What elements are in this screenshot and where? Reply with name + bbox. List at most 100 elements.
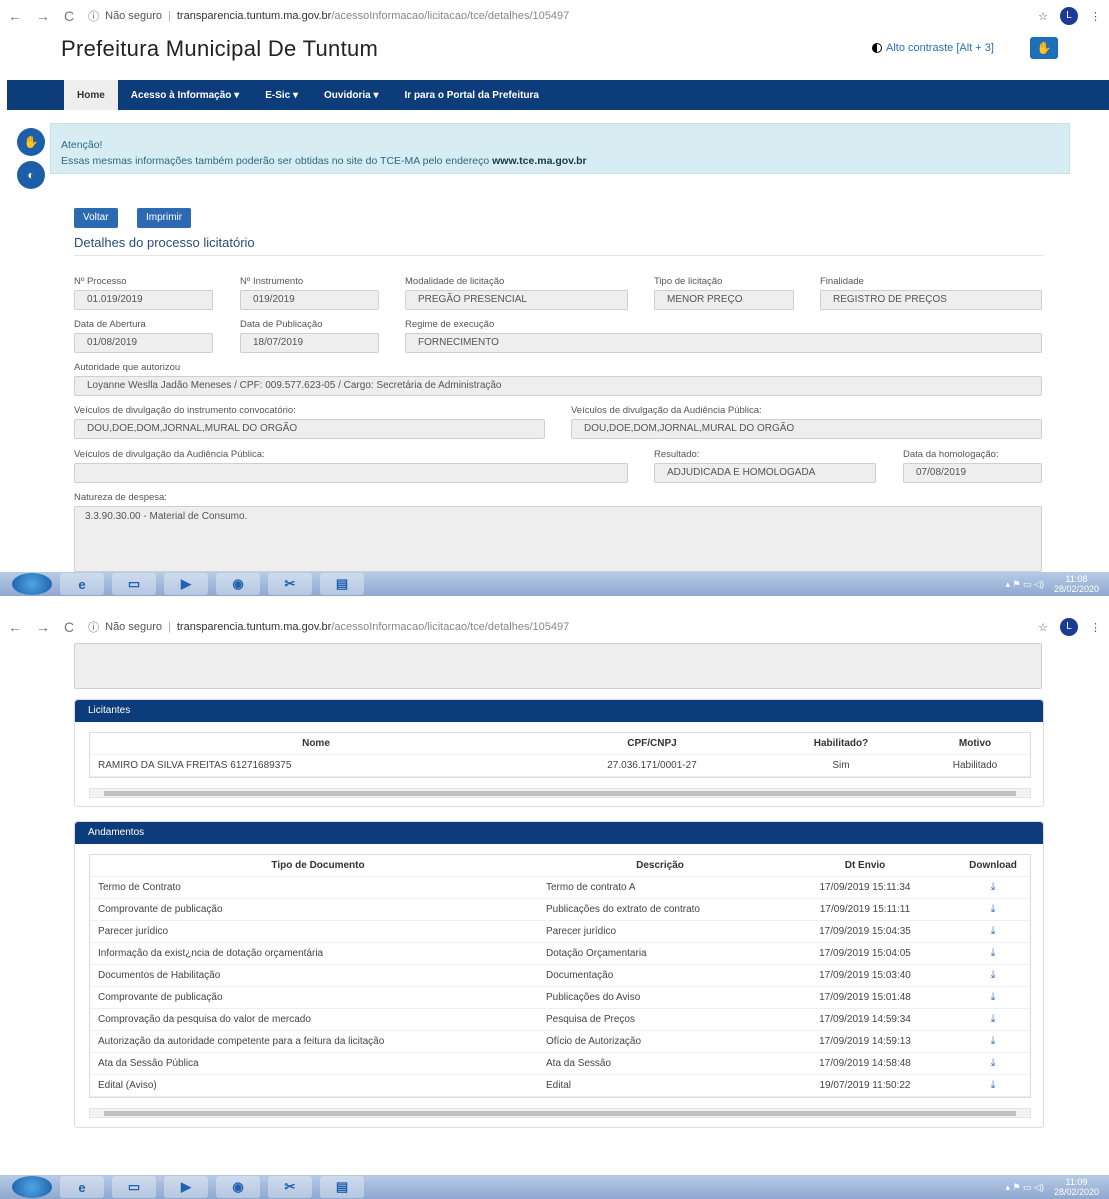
finalidade-label: Finalidade [820,276,864,287]
reload-icon[interactable]: C [64,8,74,24]
licitantes-title: Licitantes [75,700,1043,722]
cell-tipo-documento: Comprovação da pesquisa do valor de merc… [98,1014,311,1025]
nav-home[interactable]: Home [64,80,118,110]
url-text: transparencia.tuntum.ma.gov.br/acessoInf… [177,621,569,633]
download-icon[interactable]: ⤓ [948,991,1030,1004]
chrome-icon[interactable]: ◉ [216,1176,260,1198]
horizontal-scrollbar[interactable] [89,788,1031,798]
forward-icon[interactable]: → [36,8,50,24]
regime-field: FORNECIMENTO [405,333,1042,353]
homologacao-label: Data da homologação: [903,449,999,460]
scrollbar-thumb[interactable] [104,791,1016,796]
col-habilitado: Habilitado? [813,738,869,749]
media-player-icon[interactable]: ▶ [164,1176,208,1198]
nav-acesso-informacao[interactable]: Acesso à Informação ▾ [118,80,252,110]
licitantes-panel: Licitantes Nome CPF/CNPJ Habilitado? Mot… [74,699,1044,807]
forward-icon[interactable]: → [36,619,50,635]
processo-field: 01.019/2019 [74,290,213,310]
back-button[interactable]: Voltar [74,208,118,228]
download-icon[interactable]: ⤓ [948,881,1030,894]
regime-label: Regime de execução [405,319,495,330]
download-icon[interactable]: ⤓ [948,1057,1030,1070]
alert-text-line: Essas mesmas informações também poderão … [61,153,1059,169]
taskbar-bottom: e ▭ ▶ ◉ ✂ ▤ ▴ ⚑ ▭ ◁) 11:09 28/02/2020 [0,1175,1109,1199]
star-icon[interactable]: ☆ [1038,621,1048,634]
cell-nome: RAMIRO DA SILVA FREITAS 61271689375 [98,760,292,771]
folder-icon[interactable]: ▭ [112,1176,156,1198]
download-icon[interactable]: ⤓ [948,1079,1030,1092]
cell-dt-envio: 17/09/2019 15:03:40 [819,970,911,981]
main-navbar: Home Acesso à Informação ▾ E-Sic ▾ Ouvid… [7,80,1109,110]
avatar[interactable]: L [1060,618,1078,636]
download-icon[interactable]: ⤓ [948,947,1030,960]
browser-bar-top: ← → C ⓘ Não seguro | transparencia.tuntu… [0,0,1109,32]
download-icon[interactable]: ⤓ [948,1013,1030,1026]
nav-esic[interactable]: E-Sic ▾ [252,80,311,110]
cell-descricao: Ofício de Autorização [546,1036,642,1047]
scrollbar-thumb[interactable] [104,1111,1016,1116]
url-text: transparencia.tuntum.ma.gov.br/acessoInf… [177,10,569,22]
document-icon[interactable]: ▤ [320,573,364,595]
contrast-link[interactable]: Alto contraste [Alt + 3] [872,42,994,54]
download-icon[interactable]: ⤓ [948,1035,1030,1048]
alert-link[interactable]: www.tce.ma.gov.br [492,155,587,167]
libras-icon[interactable]: ✋ [1030,37,1058,59]
start-button[interactable] [12,573,52,595]
cell-tipo-documento: Autorização da autoridade competente par… [98,1036,385,1047]
alert-title: Atenção! [61,139,103,151]
tipo-label: Tipo de licitação [654,276,723,287]
folder-icon[interactable]: ▭ [112,573,156,595]
abertura-field: 01/08/2019 [74,333,213,353]
table-header: Nome CPF/CNPJ Habilitado? Motivo [90,733,1030,755]
print-button[interactable]: Imprimir [137,208,192,228]
menu-icon[interactable]: ⋮ [1090,10,1101,23]
table-row: Ata da Sessão Pública Ata da Sessão 17/09/… [90,1053,1030,1075]
address-separator: | [168,10,171,22]
instrumento-label: Nº Instrumento [240,276,304,287]
table-row: Documentos de Habilitação Documentação 17/… [90,965,1030,987]
nav-ouvidoria[interactable]: Ouvidoria ▾ [311,80,391,110]
resultado-field: ADJUDICADA E HOMOLOGADA [654,463,876,483]
col-tipo-documento: Tipo de Documento [271,860,365,871]
modalidade-field: PREGÃO PRESENCIAL [405,290,628,310]
download-icon[interactable]: ⤓ [948,969,1030,982]
back-icon[interactable]: ← [8,619,22,635]
menu-icon[interactable]: ⋮ [1090,621,1101,634]
cell-dt-envio: 17/09/2019 15:01:48 [819,992,911,1003]
media-player-icon[interactable]: ▶ [164,573,208,595]
cell-tipo-documento: Comprovante de publicação [98,904,223,915]
back-icon[interactable]: ← [8,8,22,24]
chrome-icon[interactable]: ◉ [216,573,260,595]
divider [74,255,1044,256]
contrast-side-icon[interactable]: ◐ [17,161,45,189]
table-row: Edital (Aviso) Edital 19/07/2019 11:50:22 ⤓ [90,1075,1030,1097]
snipping-tool-icon[interactable]: ✂ [268,1176,312,1198]
address-bar[interactable]: ⓘ Não seguro | transparencia.tuntum.ma.g… [88,8,1038,24]
document-icon[interactable]: ▤ [320,1176,364,1198]
download-icon[interactable]: ⤓ [948,903,1030,916]
nav-portal[interactable]: Ir para o Portal da Prefeitura [392,80,553,110]
cell-descricao: Parecer jurídico [546,926,617,937]
cell-tipo-documento: Documentos de Habilitação [98,970,221,981]
ie-icon[interactable]: e [60,573,104,595]
instrumento-field: 019/2019 [240,290,379,310]
cell-descricao: Publicações do Aviso [546,992,641,1003]
veiculos-audiencia2-label: Veículos de divulgação da Audiência Públ… [74,449,265,460]
cell-dt-envio: 17/09/2019 15:04:05 [819,948,911,959]
address-bar[interactable]: ⓘ Não seguro | transparencia.tuntum.ma.g… [88,619,1038,635]
snipping-tool-icon[interactable]: ✂ [268,573,312,595]
table-row: RAMIRO DA SILVA FREITAS 61271689375 27.0… [90,755,1030,777]
col-dt-envio: Dt Envio [844,860,886,871]
download-icon[interactable]: ⤓ [948,925,1030,938]
table-row: Informação da exist¿ncia de dotação orça… [90,943,1030,965]
avatar[interactable]: L [1060,7,1078,25]
ie-icon[interactable]: e [60,1176,104,1198]
cell-tipo-documento: Ata da Sessão Pública [98,1058,199,1069]
libras-side-icon[interactable]: ✋ [17,128,45,156]
star-icon[interactable]: ☆ [1038,10,1048,23]
reload-icon[interactable]: C [64,619,74,635]
horizontal-scrollbar[interactable] [89,1108,1031,1118]
start-button[interactable] [12,1176,52,1198]
cell-tipo-documento: Informação da exist¿ncia de dotação orça… [98,948,324,959]
autoridade-label: Autoridade que autorizou [74,362,181,373]
